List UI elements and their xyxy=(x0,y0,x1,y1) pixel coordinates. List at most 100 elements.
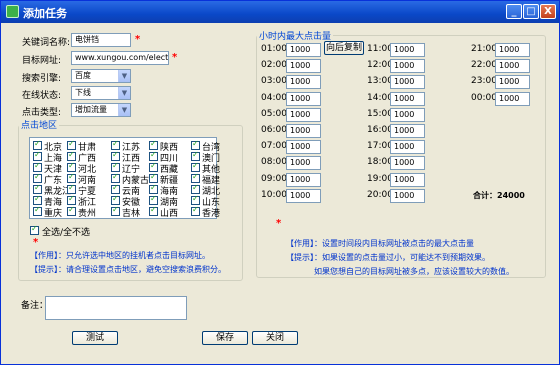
hour-max-clicks-input[interactable]: 1000 xyxy=(286,188,321,203)
hour-label: 01:00 xyxy=(261,44,287,54)
online-status-select[interactable]: 下线 ▼ xyxy=(71,86,131,100)
region-checkbox[interactable] xyxy=(149,205,158,216)
region-checkbox[interactable] xyxy=(191,205,200,216)
close-window-button[interactable]: X xyxy=(540,4,556,19)
hour-label: 08:00 xyxy=(261,157,287,168)
region-checkbox[interactable] xyxy=(111,172,120,183)
region-checkbox[interactable] xyxy=(33,161,42,172)
engine-value: 百度 xyxy=(75,71,91,80)
hour-max-clicks-input[interactable]: 1000 xyxy=(390,59,425,74)
hour-label: 06:00 xyxy=(261,125,287,135)
hour-max-clicks-input[interactable]: 1000 xyxy=(390,140,425,155)
test-button[interactable]: 测试 xyxy=(72,331,118,345)
region-checkbox[interactable] xyxy=(149,150,158,161)
region-checkbox[interactable] xyxy=(149,139,158,150)
chevron-down-icon: ▼ xyxy=(118,87,130,99)
hour-max-clicks-input[interactable]: 1000 xyxy=(286,156,321,171)
region-checkbox[interactable] xyxy=(67,172,76,183)
copy-forward-button[interactable]: 向后复制 xyxy=(324,41,364,55)
hour-max-clicks-input[interactable]: 1000 xyxy=(495,43,530,57)
region-list: 北京甘肃江苏陕西台湾上海广西江西四川澳门天津河北辽宁西藏其他广东河南内蒙古新疆福… xyxy=(29,137,220,219)
region-checkbox[interactable] xyxy=(67,161,76,172)
hour-label: 07:00 xyxy=(261,141,287,152)
hour-max-clicks-input[interactable]: 1000 xyxy=(390,107,425,122)
hourly-required-mark: * xyxy=(276,218,282,229)
region-checkbox[interactable] xyxy=(67,205,76,216)
region-checkbox[interactable] xyxy=(149,194,158,205)
region-checkbox[interactable] xyxy=(33,194,42,205)
region-checkbox[interactable] xyxy=(33,183,42,194)
url-input[interactable]: www.xungou.com/electric-ba xyxy=(71,51,169,65)
region-checkbox[interactable] xyxy=(111,183,120,194)
hour-max-clicks-input[interactable]: 1000 xyxy=(286,172,321,187)
click-type-value: 增加流量 xyxy=(75,105,107,114)
keyword-input[interactable]: 电饼铛 xyxy=(71,33,131,47)
hourly-tip-effect: 【作用】：设置时间段内目标网址被点击的最大点击量 xyxy=(286,239,474,248)
hour-label: 03:00 xyxy=(261,76,287,87)
hour-max-clicks-input[interactable]: 1000 xyxy=(495,91,530,106)
minimize-button[interactable]: _ xyxy=(506,4,522,19)
region-checkbox[interactable] xyxy=(33,205,42,216)
region-checkbox[interactable] xyxy=(111,205,120,216)
region-checkbox[interactable] xyxy=(33,139,42,150)
region-checkbox[interactable] xyxy=(67,183,76,194)
hour-max-clicks-input[interactable]: 1000 xyxy=(286,59,321,74)
hour-max-clicks-input[interactable]: 1000 xyxy=(390,156,425,171)
hour-max-clicks-input[interactable]: 1000 xyxy=(286,107,321,122)
click-type-select[interactable]: 增加流量 ▼ xyxy=(71,103,131,117)
region-checkbox[interactable] xyxy=(149,161,158,172)
hour-max-clicks-input[interactable]: 1000 xyxy=(286,124,321,138)
hour-max-clicks-input[interactable]: 1000 xyxy=(390,124,425,138)
engine-label: 搜索引擎: xyxy=(22,74,62,84)
save-button[interactable]: 保存 xyxy=(202,331,248,345)
total-clicks: 合计：24000 xyxy=(473,191,525,200)
hour-max-clicks-input[interactable]: 1000 xyxy=(495,75,530,90)
region-checkbox[interactable] xyxy=(67,150,76,161)
hour-label: 22:00 xyxy=(471,60,497,71)
select-all-checkbox[interactable] xyxy=(30,224,39,235)
region-checkbox[interactable] xyxy=(191,172,200,183)
maximize-button[interactable]: □ xyxy=(523,4,539,19)
hour-max-clicks-input[interactable]: 1000 xyxy=(286,140,321,155)
hour-label: 00:00 xyxy=(471,92,497,103)
hour-label: 09:00 xyxy=(261,173,287,184)
region-checkbox[interactable] xyxy=(111,139,120,150)
region-label: 山西 xyxy=(160,209,179,219)
online-status-value: 下线 xyxy=(75,88,91,97)
hour-max-clicks-input[interactable]: 1000 xyxy=(286,91,321,106)
region-tip-hint: 【提示】：请合理设置点击地区，避免空搜索浪费积分。 xyxy=(30,265,226,274)
close-button[interactable]: 关闭 xyxy=(252,331,298,345)
hour-max-clicks-input[interactable]: 1000 xyxy=(286,43,321,57)
hour-label: 10:00 xyxy=(261,189,287,200)
region-checkbox[interactable] xyxy=(33,172,42,183)
hour-max-clicks-input[interactable]: 1000 xyxy=(390,43,425,57)
hour-max-clicks-input[interactable]: 1000 xyxy=(495,59,530,74)
keyword-label: 关键词名称: xyxy=(22,38,71,48)
region-checkbox[interactable] xyxy=(191,161,200,172)
region-label: 重庆 xyxy=(44,209,63,219)
title-bar[interactable]: 添加任务 _ □ X xyxy=(1,1,559,23)
chevron-down-icon: ▼ xyxy=(118,104,130,116)
region-checkbox[interactable] xyxy=(67,139,76,150)
hour-label: 02:00 xyxy=(261,60,287,71)
engine-select[interactable]: 百度 ▼ xyxy=(71,69,131,83)
hour-max-clicks-input[interactable]: 1000 xyxy=(390,172,425,187)
region-checkbox[interactable] xyxy=(191,139,200,150)
region-checkbox[interactable] xyxy=(111,161,120,172)
region-label: 贵州 xyxy=(78,209,97,219)
region-checkbox[interactable] xyxy=(191,194,200,205)
region-checkbox[interactable] xyxy=(67,194,76,205)
hour-max-clicks-input[interactable]: 1000 xyxy=(286,75,321,90)
hour-max-clicks-input[interactable]: 1000 xyxy=(390,188,425,203)
region-tip-effect: 【作用】：只允许选中地区的挂机者点击目标网址。 xyxy=(30,251,210,260)
region-checkbox[interactable] xyxy=(149,172,158,183)
region-checkbox[interactable] xyxy=(191,150,200,161)
region-checkbox[interactable] xyxy=(149,183,158,194)
region-checkbox[interactable] xyxy=(191,183,200,194)
region-checkbox[interactable] xyxy=(111,194,120,205)
hour-max-clicks-input[interactable]: 1000 xyxy=(390,75,425,90)
region-checkbox[interactable] xyxy=(111,150,120,161)
note-textarea[interactable] xyxy=(45,296,187,320)
hour-max-clicks-input[interactable]: 1000 xyxy=(390,91,425,106)
region-checkbox[interactable] xyxy=(33,150,42,161)
